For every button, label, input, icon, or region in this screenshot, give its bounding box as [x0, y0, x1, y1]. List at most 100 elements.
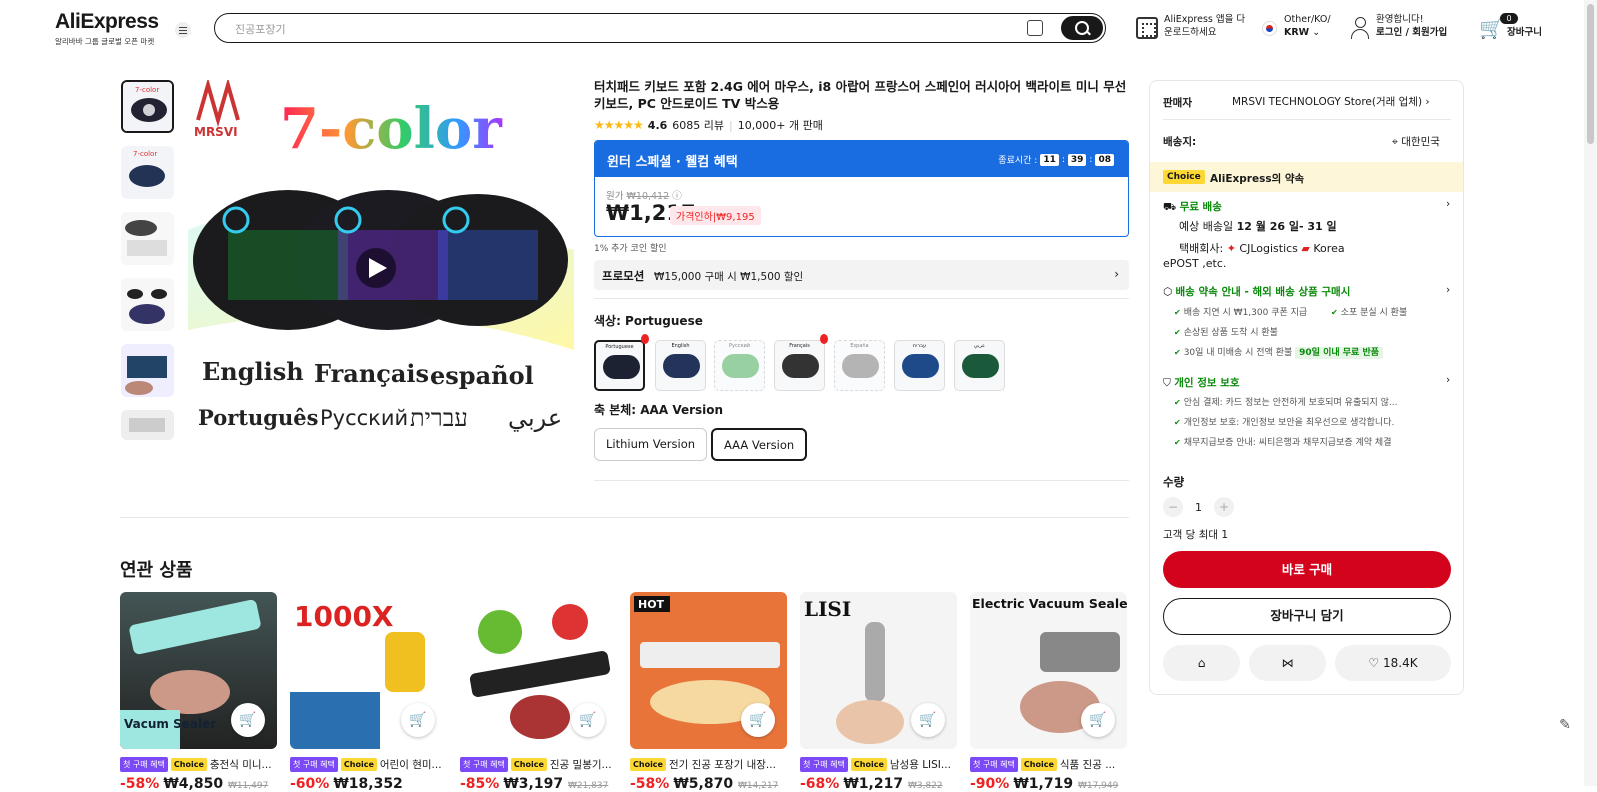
- chevron-right-icon: ›: [1446, 284, 1451, 296]
- version-option-aaa[interactable]: AAA Version: [711, 428, 808, 461]
- chevron-right-icon: ›: [1446, 198, 1451, 210]
- qr-code-icon[interactable]: [1136, 17, 1158, 39]
- add-to-cart-icon[interactable]: 🛒: [231, 703, 265, 737]
- svg-text:Electric Vacuum Sealer: Electric Vacuum Sealer: [972, 596, 1127, 611]
- truck-icon: ⛟: [1163, 201, 1177, 213]
- shield-check-icon: ⛉: [1163, 377, 1171, 389]
- related-products-title: 연관 상품: [120, 560, 193, 581]
- color-option-french[interactable]: Français: [774, 340, 825, 391]
- gallery-thumbnail[interactable]: [121, 278, 174, 331]
- color-option-hebrew[interactable]: עברית: [894, 340, 945, 391]
- product-title: 터치패드 키보드 포함 2.4G 에어 마우스, i8 아랍어 프랑스어 스페인…: [594, 79, 1127, 111]
- seller-link[interactable]: MRSVI TECHNOLOGY Store(거래 업체) ›: [1232, 94, 1452, 109]
- color-label: 색상: Portuguese: [594, 314, 703, 328]
- divider: [120, 517, 1129, 518]
- account-link[interactable]: 환영합니다! 로그인 / 회원가입: [1376, 13, 1447, 39]
- brand-logo: MRSVI: [194, 80, 240, 139]
- svg-text:עברית: עברית: [410, 404, 468, 432]
- store-button[interactable]: ⌂: [1163, 645, 1240, 681]
- menu-icon[interactable]: [175, 22, 191, 38]
- color-option-english[interactable]: English: [655, 340, 706, 391]
- share-icon: ⋈: [1281, 656, 1294, 670]
- gallery-thumbnail[interactable]: 7-color: [121, 80, 174, 133]
- camera-search-icon[interactable]: [1027, 20, 1043, 36]
- svg-text:Français: Français: [314, 359, 429, 388]
- carrier-icon: ✦: [1226, 242, 1236, 255]
- edit-icon[interactable]: ✎: [1553, 713, 1577, 737]
- svg-text:Vacum Sealer: Vacum Sealer: [124, 717, 216, 731]
- rating-row[interactable]: ★★★★★ 4.6 6085 리뷰 | 10,000+ 개 판매: [594, 117, 823, 133]
- original-price: 원가 ₩10,412 ⓘ: [606, 191, 682, 202]
- product-card[interactable]: Electric Vacuum Sealer 🛒 첫 구매 혜택 Choice 식품…: [970, 592, 1127, 792]
- svg-text:1000X: 1000X: [294, 600, 394, 633]
- wishlist-button[interactable]: ♡ 18.4K: [1335, 645, 1451, 681]
- location-pin-icon: ⌖: [1392, 136, 1398, 148]
- ship-to-selector[interactable]: ⌖ 대한민국: [1392, 134, 1440, 149]
- add-to-cart-icon[interactable]: 🛒: [571, 703, 605, 737]
- plus-button[interactable]: +: [1214, 497, 1234, 517]
- cart-icon[interactable]: 🛒: [1479, 18, 1504, 38]
- privacy-row[interactable]: ⛉ 개인 정보 보호: [1163, 375, 1240, 390]
- chevron-right-icon: ›: [1114, 267, 1119, 281]
- gallery-thumbnail[interactable]: [121, 212, 174, 265]
- hot-icon: [820, 334, 828, 344]
- product-card[interactable]: LISI 🛒 첫 구매 혜택 Choice 남성용 LISI... -68% ₩1,2…: [800, 592, 957, 792]
- promotion-row[interactable]: 프로모션 ₩15,000 구매 시 ₩1,500 할인 ›: [594, 260, 1129, 290]
- chevron-right-icon: ›: [1446, 374, 1451, 386]
- main-product-image[interactable]: MRSVI 7-color English Français español P…: [188, 80, 574, 466]
- scrollbar-thumb[interactable]: [1587, 4, 1594, 144]
- header: AliExpress 알리바바 그룹 글로벌 오픈 마켓 진공포장기 AliEx…: [0, 0, 1597, 56]
- buy-now-button[interactable]: 바로 구매: [1163, 551, 1451, 588]
- review-count[interactable]: 6085 리뷰: [672, 117, 724, 133]
- quantity-value[interactable]: 1: [1195, 501, 1202, 514]
- divider: [1163, 119, 1451, 120]
- svg-text:7-color: 7-color: [135, 86, 159, 94]
- add-to-cart-icon[interactable]: 🛒: [1081, 703, 1115, 737]
- brand-logo-text: MRSVI: [194, 125, 238, 139]
- color-option-spanish[interactable]: España: [834, 340, 885, 391]
- add-to-cart-icon[interactable]: 🛒: [911, 703, 945, 737]
- gallery-thumbnail[interactable]: [121, 344, 174, 397]
- svg-text:7-color: 7-color: [133, 150, 157, 158]
- download-app-link[interactable]: AliExpress 앱을 다 운로드하세요: [1164, 13, 1245, 39]
- add-to-cart-icon[interactable]: 🛒: [401, 703, 435, 737]
- search-button[interactable]: [1061, 16, 1103, 40]
- product-card[interactable]: HOT 🛒 Choice 전기 진공 포장기 내장... -58% ₩5,870 ₩…: [630, 592, 787, 792]
- color-option-portuguese[interactable]: Portuguese: [594, 340, 645, 391]
- carrier-icon: ▰: [1301, 242, 1310, 255]
- cart-count-badge: 0: [1500, 13, 1518, 24]
- product-card[interactable]: 1000X 🛒 첫 구매 혜택 Choice 어린이 현미... -60% ₩18,3…: [290, 592, 447, 792]
- quantity-stepper[interactable]: − 1 +: [1163, 497, 1234, 517]
- minus-button[interactable]: −: [1163, 497, 1183, 517]
- svg-text:Português: Português: [198, 405, 318, 430]
- search-input[interactable]: 진공포장기: [235, 21, 286, 37]
- product-card[interactable]: 🛒 첫 구매 혜택 Choice 진공 밀봉기... -85% ₩3,197 ₩21,…: [460, 592, 617, 792]
- logo-text: AliExpress: [55, 10, 159, 33]
- cart-link[interactable]: 장바구니: [1507, 26, 1542, 39]
- add-to-cart-button[interactable]: 장바구니 담기: [1163, 598, 1451, 635]
- version-option-lithium[interactable]: Lithium Version: [594, 428, 708, 461]
- product-card[interactable]: Vacum Sealer 🛒 첫 구매 혜택 Choice 충전식 미니... -5…: [120, 592, 277, 792]
- svg-text:English: English: [202, 357, 304, 386]
- coin-discount: 1% 추가 코인 할인: [594, 244, 667, 254]
- delivery-guarantee-row[interactable]: ⬡ 배송 약속 안내 - 해외 배송 상품 구매시: [1163, 284, 1350, 299]
- promo-price-box: 윈터 스페셜 · 웰컴 혜택 종료시간 : 11: 39: 08 원가 ₩10,…: [594, 140, 1129, 237]
- share-button[interactable]: ⋈: [1249, 645, 1326, 681]
- svg-text:español: español: [430, 361, 534, 390]
- search-bar[interactable]: 진공포장기: [214, 13, 1106, 43]
- gallery-thumbnail[interactable]: 7-color: [121, 146, 174, 199]
- purchase-panel: 판매자 MRSVI TECHNOLOGY Store(거래 업체) › 배송지:…: [1149, 80, 1464, 695]
- divider: [594, 480, 1129, 481]
- chevron-right-icon: ›: [1425, 96, 1430, 108]
- add-to-cart-icon[interactable]: 🛒: [741, 703, 775, 737]
- gallery-thumbnail[interactable]: [121, 410, 174, 440]
- color-option-arabic[interactable]: عربي: [954, 340, 1005, 391]
- page-scrollbar[interactable]: [1584, 0, 1597, 786]
- aliexpress-logo[interactable]: AliExpress 알리바바 그룹 글로벌 오픈 마켓: [55, 10, 159, 47]
- free-shipping-row[interactable]: ⛟ 무료 배송: [1163, 199, 1222, 215]
- region-currency-selector[interactable]: Other/KO/ KRW ⌄: [1284, 13, 1331, 39]
- color-option-russian[interactable]: Русский: [714, 340, 765, 391]
- svg-text:Русский: Русский: [320, 406, 408, 430]
- user-icon[interactable]: [1350, 17, 1370, 39]
- quantity-limit: 고객 당 최대 1: [1163, 529, 1228, 541]
